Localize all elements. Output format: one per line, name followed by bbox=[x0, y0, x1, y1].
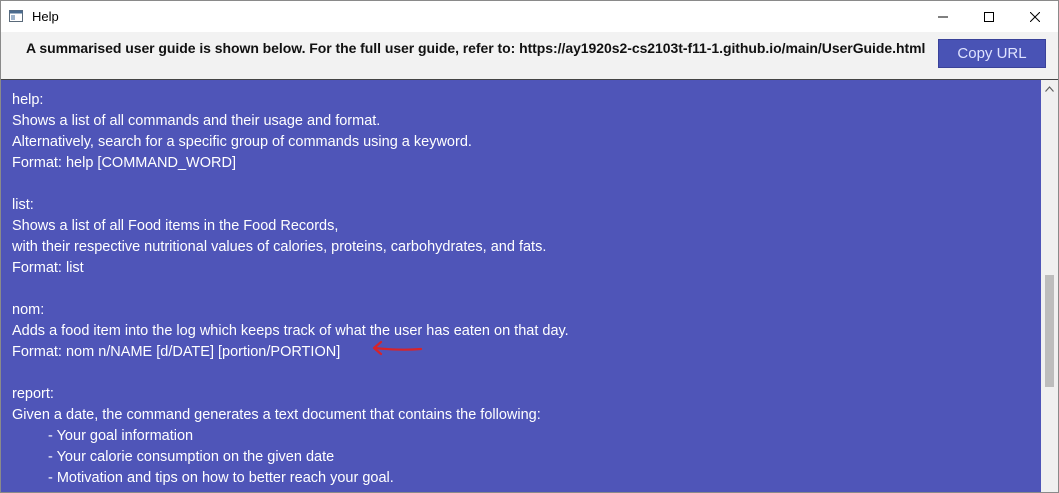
help-header: A summarised user guide is shown below. … bbox=[1, 32, 1058, 79]
close-button[interactable] bbox=[1012, 1, 1058, 32]
guide-line: - Your calorie consumption on the given … bbox=[48, 449, 335, 465]
minimize-button[interactable] bbox=[920, 1, 966, 32]
guide-line bbox=[12, 174, 1032, 195]
guide-line: Format: list bbox=[12, 260, 84, 276]
guide-line: nom: bbox=[12, 302, 45, 318]
maximize-icon bbox=[984, 11, 994, 22]
minimize-icon bbox=[938, 16, 948, 17]
scroll-up-button[interactable] bbox=[1041, 80, 1058, 97]
maximize-button[interactable] bbox=[966, 1, 1012, 32]
user-guide-message: A summarised user guide is shown below. … bbox=[26, 40, 926, 56]
guide-line: Format: help [COMMAND_WORD] bbox=[12, 155, 236, 171]
guide-line: list: bbox=[12, 197, 34, 213]
guide-line: with their respective nutritional values… bbox=[12, 239, 547, 255]
chevron-up-icon bbox=[1045, 85, 1054, 92]
guide-line: Format: report [d/DATE] bbox=[12, 489, 1032, 492]
guide-line: - Motivation and tips on how to better r… bbox=[48, 470, 394, 486]
title-bar[interactable]: Help bbox=[1, 1, 1058, 32]
user-guide-text: help: Shows a list of all commands and th… bbox=[12, 90, 1032, 492]
vertical-scrollbar[interactable] bbox=[1041, 80, 1058, 492]
guide-line: Given a date, the command generates a te… bbox=[12, 407, 541, 423]
help-window: Help A summarised user guide is shown be… bbox=[0, 0, 1059, 493]
guide-line: Shows a list of all Food items in the Fo… bbox=[12, 218, 339, 234]
window-icon bbox=[9, 9, 23, 22]
guide-line: Format: nom n/NAME [d/DATE] [portion/POR… bbox=[12, 344, 341, 360]
user-guide-panel[interactable]: help: Shows a list of all commands and th… bbox=[1, 79, 1058, 492]
guide-line: Shows a list of all commands and their u… bbox=[12, 113, 381, 129]
guide-line: - Your goal information bbox=[48, 428, 194, 444]
window-title: Help bbox=[32, 9, 59, 24]
guide-line bbox=[12, 279, 1032, 300]
copy-url-button[interactable]: Copy URL bbox=[938, 39, 1046, 68]
guide-line: Alternatively, search for a specific gro… bbox=[12, 134, 472, 150]
guide-line: report: bbox=[12, 386, 54, 402]
scrollbar-thumb[interactable] bbox=[1045, 275, 1054, 387]
guide-line bbox=[12, 363, 1032, 384]
red-arrow-icon bbox=[369, 339, 423, 362]
guide-line: help: bbox=[12, 92, 44, 108]
close-icon bbox=[1030, 11, 1040, 22]
guide-line: Adds a food item into the log which keep… bbox=[12, 323, 569, 339]
